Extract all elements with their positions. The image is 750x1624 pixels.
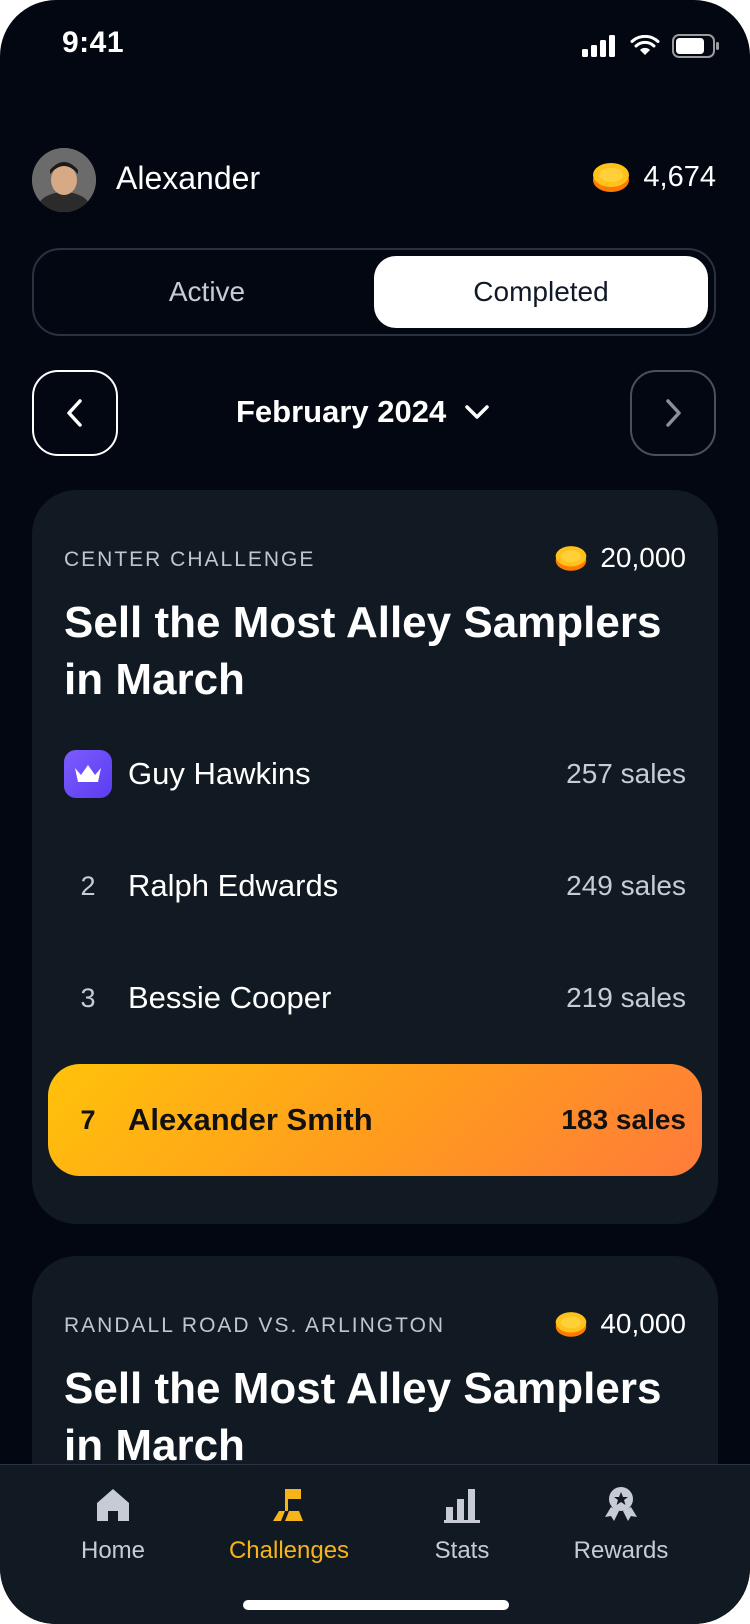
tab-label: Rewards xyxy=(573,1537,669,1564)
coin-icon xyxy=(556,1312,587,1337)
home-indicator xyxy=(243,1600,509,1610)
leaderboard-row: Guy Hawkins 257 sales xyxy=(64,744,686,804)
challenge-title: Sell the Most Alley Samplers in March xyxy=(64,598,662,704)
player-rank: 2 xyxy=(80,870,96,901)
tab-label: Home xyxy=(80,1537,146,1564)
wifi-icon xyxy=(630,35,660,55)
tab-label: Challenges xyxy=(228,1537,350,1564)
player-name: Bessie Cooper xyxy=(128,980,332,1015)
challenge-card[interactable]: CENTER CHALLENGE 20,000 Sell the Most Al… xyxy=(32,490,718,1224)
player-sales: 257 sales xyxy=(566,758,686,789)
username: Alexander xyxy=(116,160,261,196)
stats-icon xyxy=(444,1489,480,1523)
tab-rewards[interactable]: Rewards xyxy=(566,1485,676,1565)
player-name: Ralph Edwards xyxy=(128,868,339,903)
challenge-prize: 40,000 xyxy=(554,1308,686,1340)
challenge-category: RANDALL ROAD VS. ARLINGTON xyxy=(64,1314,446,1337)
previous-month-button[interactable] xyxy=(32,370,118,456)
tab-active[interactable]: Active xyxy=(40,256,374,328)
next-month-button[interactable] xyxy=(630,370,716,456)
challenge-prize: 20,000 xyxy=(554,542,686,574)
challenge-category: CENTER CHALLENGE xyxy=(64,548,316,571)
leaderboard-row: 2 Ralph Edwards 249 sales xyxy=(64,856,686,916)
rewards-icon xyxy=(605,1487,637,1521)
tab-completed[interactable]: Completed xyxy=(374,256,708,328)
tab-challenges[interactable]: Challenges xyxy=(218,1485,360,1565)
prize-value: 40,000 xyxy=(600,1308,686,1339)
coin-icon xyxy=(593,163,630,192)
balance-value: 4,674 xyxy=(643,160,716,193)
crown-badge xyxy=(64,750,112,798)
player-sales: 183 sales xyxy=(561,1104,686,1135)
month-selector[interactable]: February 2024 xyxy=(236,394,490,430)
current-user-row: 7 Alexander Smith 183 sales xyxy=(48,1064,702,1176)
signal-icon xyxy=(582,35,615,57)
status-icons xyxy=(582,34,720,58)
avatar[interactable] xyxy=(32,148,96,212)
status-time: 9:41 xyxy=(62,26,125,59)
leaderboard-row: 3 Bessie Cooper 219 sales xyxy=(64,968,686,1028)
player-name: Alexander Smith xyxy=(128,1102,373,1137)
status-segmented-control: Active Completed xyxy=(32,248,716,336)
challenge-title: Sell the Most Alley Samplers in March xyxy=(64,1364,662,1470)
app-screen: 9:41 Alexander 4,674 Active Completed Fe… xyxy=(0,0,750,1624)
player-sales: 249 sales xyxy=(566,870,686,901)
home-icon xyxy=(97,1489,129,1521)
prize-value: 20,000 xyxy=(600,542,686,573)
chevron-left-icon xyxy=(67,399,82,427)
tab-label: Stats xyxy=(434,1537,490,1564)
player-sales: 219 sales xyxy=(566,982,686,1013)
chevron-down-icon xyxy=(465,405,489,419)
player-rank: 7 xyxy=(80,1104,96,1135)
coin-icon xyxy=(556,546,587,571)
challenges-icon xyxy=(273,1489,303,1521)
player-name: Guy Hawkins xyxy=(128,756,311,791)
avatar-image xyxy=(32,148,96,212)
crown-icon xyxy=(75,765,101,782)
battery-icon xyxy=(672,34,719,58)
coin-balance: 4,674 xyxy=(591,160,716,194)
tab-home[interactable]: Home xyxy=(58,1485,168,1565)
month-label: February 2024 xyxy=(236,394,447,429)
player-rank: 3 xyxy=(80,982,96,1013)
chevron-right-icon xyxy=(666,399,681,427)
tab-stats[interactable]: Stats xyxy=(412,1485,512,1565)
